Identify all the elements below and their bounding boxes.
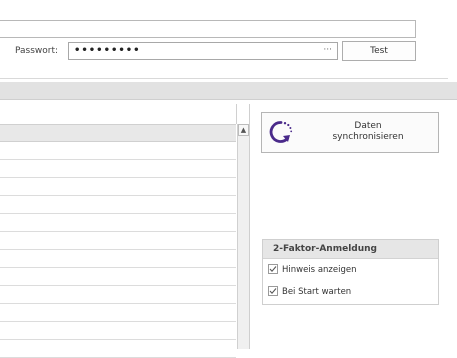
wait-on-start-label: Bei Start warten <box>282 287 352 297</box>
two-factor-group: 2-Faktor-Anmeldung Hinweis anzeigen Bei … <box>262 239 439 305</box>
server-field[interactable] <box>0 20 416 38</box>
table-row[interactable] <box>0 232 236 250</box>
table-row[interactable] <box>0 322 236 340</box>
grid-rows <box>0 142 236 358</box>
sync-label-line2: synchronisieren <box>332 132 404 142</box>
show-hint-checkbox[interactable] <box>268 264 278 274</box>
table-row[interactable] <box>0 286 236 304</box>
table-row[interactable] <box>0 196 236 214</box>
table-row[interactable] <box>0 304 236 322</box>
two-factor-title: 2-Faktor-Anmeldung <box>273 244 377 254</box>
divider <box>0 78 448 79</box>
checkmark-icon <box>269 288 277 295</box>
password-input[interactable]: ••••••••• ··· <box>68 42 338 60</box>
sync-label-line1: Daten <box>354 121 382 131</box>
table-row[interactable] <box>0 340 236 358</box>
table-row[interactable] <box>0 250 236 268</box>
table-row[interactable] <box>0 178 236 196</box>
scroll-up-icon[interactable]: ▲ <box>238 124 249 136</box>
sync-label: Daten synchronisieren <box>300 121 436 143</box>
wait-on-start-checkbox[interactable] <box>268 286 278 296</box>
vertical-scrollbar[interactable]: ▲ <box>237 124 249 349</box>
data-grid: ▲ <box>0 104 250 358</box>
table-row[interactable] <box>0 214 236 232</box>
show-hint-label: Hinweis anzeigen <box>282 265 357 275</box>
password-browse-icon[interactable]: ··· <box>323 43 332 57</box>
sync-icon <box>269 121 293 143</box>
section-strip <box>0 82 457 100</box>
password-label: Passwort: <box>15 46 59 56</box>
table-row[interactable] <box>0 142 236 160</box>
sync-button[interactable]: Daten synchronisieren <box>261 112 439 153</box>
connection-panel <box>0 0 457 80</box>
test-button[interactable]: Test <box>342 41 416 61</box>
two-factor-header: 2-Faktor-Anmeldung <box>263 240 438 259</box>
grid-header[interactable] <box>0 124 236 142</box>
column-divider <box>236 104 237 124</box>
table-row[interactable] <box>0 160 236 178</box>
table-row[interactable] <box>0 268 236 286</box>
checkmark-icon <box>269 266 277 273</box>
password-value: ••••••••• <box>74 45 141 56</box>
